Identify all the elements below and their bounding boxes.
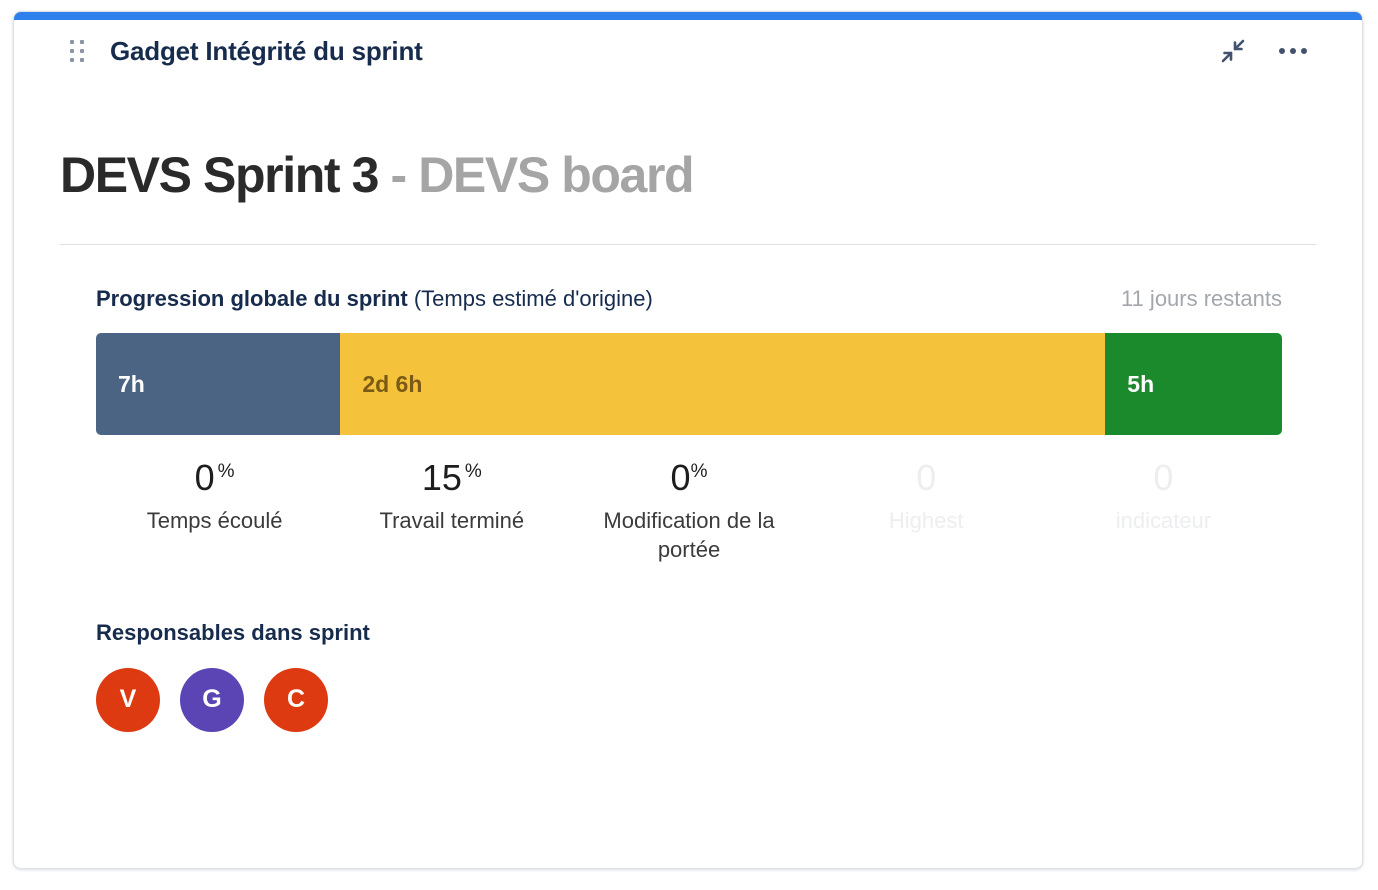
more-options-ellipsis-icon[interactable] <box>1276 34 1310 68</box>
board-name: DEVS board <box>418 147 694 203</box>
stat-time-elapsed: 0% Temps écoulé <box>96 447 333 564</box>
avatar-initial: V <box>119 685 137 714</box>
stat-value-unit: % <box>464 461 482 482</box>
stat-indicator: 0 indicateur <box>1045 447 1282 564</box>
avatar-initial: G <box>202 685 222 714</box>
avatar[interactable]: G <box>180 667 244 732</box>
collapse-arrows-icon[interactable] <box>1216 34 1250 68</box>
stat-indicator-label: indicateur <box>1115 508 1212 534</box>
progress-segment-done-label: 5h <box>1127 370 1155 397</box>
stat-value-number: 0 <box>670 457 691 498</box>
avatar-initial: C <box>286 685 306 714</box>
stat-value-number: 0 <box>194 457 215 498</box>
gadget-header: Gadget Intégrité du sprint <box>14 20 1362 82</box>
assignees-title: Responsables dans sprint <box>96 619 370 645</box>
progress-segment-elapsed-label: 7h <box>118 370 145 397</box>
stat-indicator-value: 0 <box>1153 457 1174 498</box>
gadget-body: DEVS Sprint 3 - DEVS board Progression g… <box>14 82 1362 868</box>
stat-time-elapsed-value: 0% <box>96 457 333 498</box>
sprint-progress-bar: 7h 2d 6h 5h <box>96 333 1282 435</box>
avatar[interactable]: V <box>96 667 160 732</box>
sprint-name: DEVS Sprint 3 <box>60 147 379 203</box>
stat-scope-change-value: 0% <box>570 457 807 498</box>
progress-section-title: Progression globale du sprint (Temps est… <box>96 286 653 312</box>
stat-highest-value: 0 <box>916 457 937 498</box>
stat-highest-label: Highest <box>888 508 964 534</box>
progress-title-main: Progression globale du sprint <box>96 286 408 311</box>
sprint-stats-row: 0% Temps écoulé 15% Travail terminé 0% M… <box>96 447 1282 564</box>
gadget-title: Gadget Intégrité du sprint <box>110 35 423 66</box>
assignees-section: Responsables dans sprint V G C <box>96 620 1282 732</box>
sprint-health-gadget-card: Gadget Intégrité du sprint DEVS Sprint 3… <box>13 11 1363 869</box>
stat-value-number: 15 <box>421 457 462 498</box>
page-title: DEVS Sprint 3 - DEVS board <box>60 82 1316 202</box>
progress-segment-elapsed[interactable]: 7h <box>96 333 341 435</box>
stat-value-unit: % <box>690 461 708 482</box>
stat-work-completed: 15% Travail terminé <box>333 447 570 564</box>
title-separator: - <box>377 147 419 203</box>
stat-time-elapsed-label: Temps écoulé <box>146 508 283 534</box>
stat-scope-change: 0% Modification de la portée <box>570 447 807 564</box>
drag-dots-icon[interactable] <box>70 40 84 62</box>
days-remaining-label: 11 jours restants <box>1120 286 1282 311</box>
avatar[interactable]: C <box>264 667 328 732</box>
progress-segment-remaining-label: 2d 6h <box>362 370 423 397</box>
progress-segment-remaining[interactable]: 2d 6h <box>340 333 1106 435</box>
header-actions <box>1216 34 1342 68</box>
avatar-row: V G C <box>96 667 1282 732</box>
progress-section-header: Progression globale du sprint (Temps est… <box>60 286 1316 312</box>
progress-title-sub: (Temps estimé d'origine) <box>407 286 653 311</box>
card-accent-bar <box>14 12 1362 20</box>
header-divider <box>60 244 1316 245</box>
stat-value-unit: % <box>217 461 235 482</box>
progress-segment-done[interactable]: 5h <box>1105 333 1282 435</box>
stat-scope-change-label: Modification de la portée <box>603 508 775 562</box>
stat-work-completed-label: Travail terminé <box>379 508 525 534</box>
stat-highest: 0 Highest <box>808 447 1045 564</box>
stat-work-completed-value: 15% <box>333 457 570 498</box>
